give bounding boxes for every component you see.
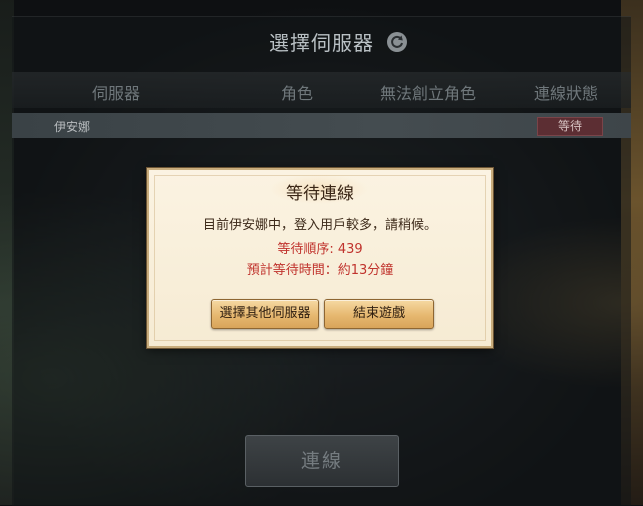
choose-other-server-button[interactable]: 選擇其他伺服器: [211, 299, 319, 329]
page-title: 選擇伺服器: [269, 31, 374, 55]
header-server: 伺服器: [92, 84, 141, 103]
status-badge: 等待: [537, 117, 603, 136]
connect-button[interactable]: 連線: [245, 435, 399, 487]
header-character: 角色: [281, 84, 314, 103]
dialog-message: 目前伊安娜中，登入用戶較多，請稍候。: [202, 218, 437, 233]
header-status: 連線狀態: [534, 84, 599, 103]
refresh-icon[interactable]: [386, 31, 408, 53]
header-cannot-create: 無法創立角色: [380, 84, 477, 103]
server-name: 伊安娜: [54, 120, 91, 134]
queue-position: 等待順序: 439: [277, 242, 363, 257]
dialog-title: 等待連線: [286, 184, 354, 204]
waiting-dialog: 等待連線 目前伊安娜中，登入用戶較多，請稍候。 等待順序: 439 預計等待時間…: [147, 168, 493, 348]
end-game-button[interactable]: 結束遊戲: [324, 299, 434, 329]
estimated-wait-time: 預計等待時間：約13分鐘: [246, 263, 394, 278]
